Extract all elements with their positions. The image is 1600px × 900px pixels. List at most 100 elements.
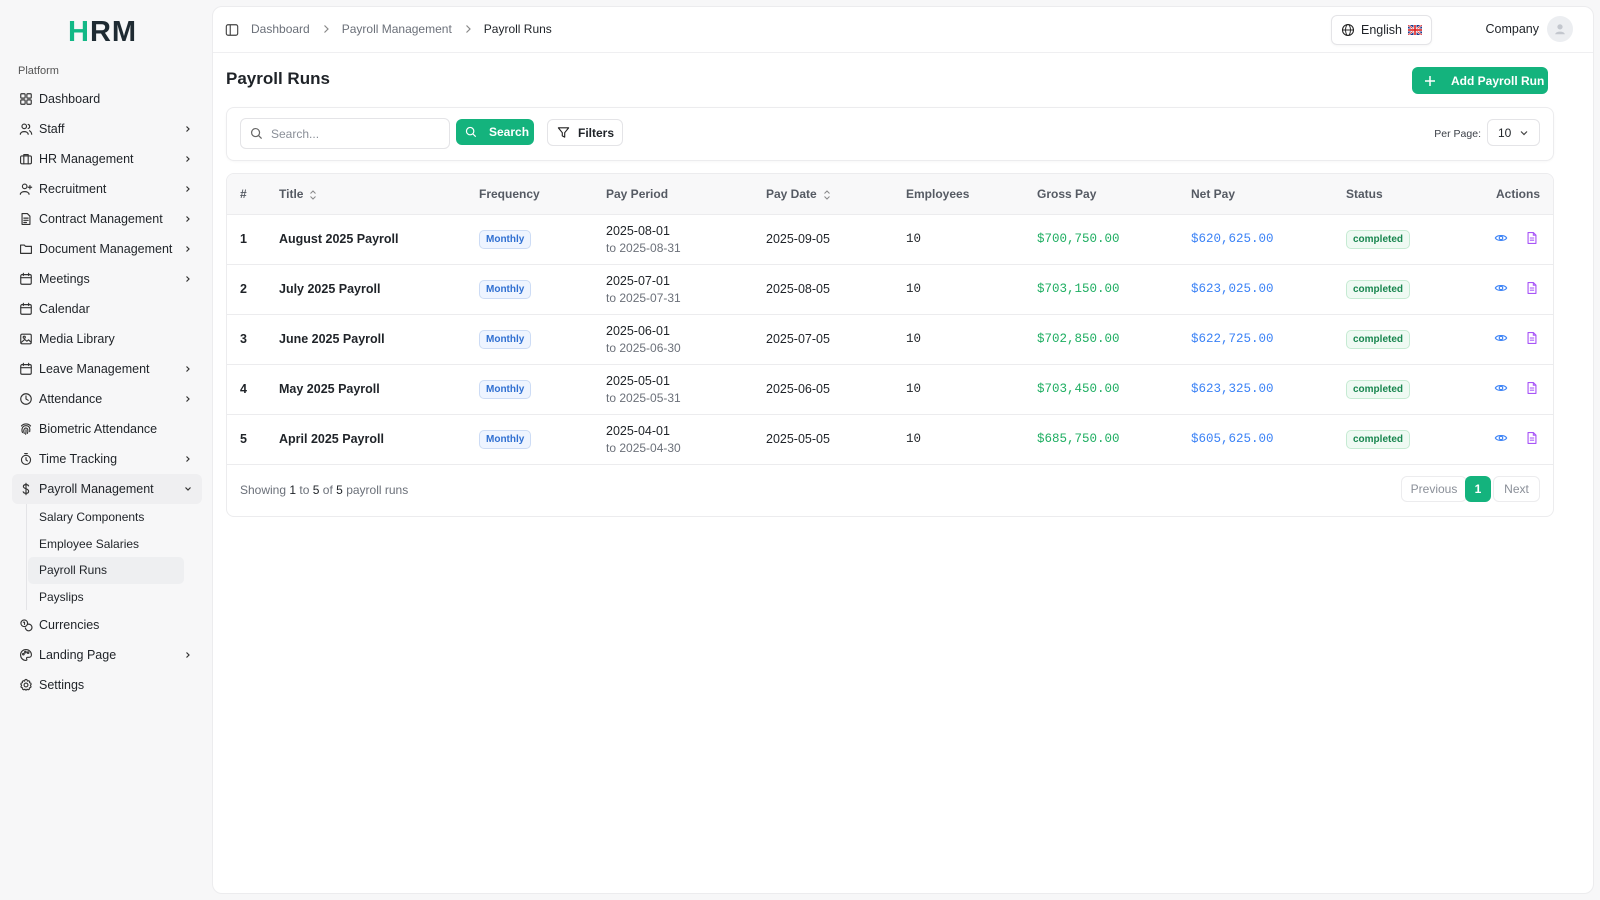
actions-cell — [1486, 264, 1553, 314]
sidebar-item-hr-management[interactable]: HR Management — [12, 144, 202, 174]
sidebar-item-media-library[interactable]: Media Library — [12, 324, 202, 354]
gross-pay: $700,750.00 — [1037, 232, 1120, 246]
breadcrumb: Dashboard Payroll Management Payroll Run… — [251, 22, 552, 36]
per-page-select[interactable]: 10 — [1487, 119, 1540, 146]
users-icon — [19, 122, 33, 136]
sidebar-item-label: Meetings — [39, 272, 90, 286]
submenu-item-employee-salaries[interactable]: Employee Salaries — [28, 531, 184, 558]
sidebar-item-contract-management[interactable]: Contract Management — [12, 204, 202, 234]
pay-period-cell: 2025-05-01 to 2025-05-31 — [606, 364, 766, 414]
sort-icon — [310, 189, 317, 200]
sidebar: H RM Platform Dashboard Staff HR Management… — [0, 0, 212, 900]
sidebar-item-label: Payroll Management — [39, 482, 154, 496]
user-plus-icon — [19, 182, 33, 196]
language-switcher[interactable]: English — [1331, 15, 1432, 45]
table-row[interactable]: 2 July 2025 Payroll Monthly 2025-07-01 to 20… — [227, 264, 1553, 314]
sidebar-item-calendar[interactable]: Calendar — [12, 294, 202, 324]
table-row[interactable]: 4 May 2025 Payroll Monthly 2025-05-01 to 202… — [227, 364, 1553, 414]
company-menu[interactable]: Company — [1485, 16, 1573, 42]
filter-icon — [557, 127, 570, 138]
payroll-title: May 2025 Payroll — [279, 382, 380, 396]
sidebar-item-meetings[interactable]: Meetings — [12, 264, 202, 294]
submenu-item-payslips[interactable]: Payslips — [28, 584, 184, 611]
avatar — [1547, 16, 1573, 42]
sidebar-item-payroll-management[interactable]: Payroll Management — [12, 474, 202, 504]
sidebar-item-landing-page[interactable]: Landing Page — [12, 640, 202, 670]
next-page-button[interactable]: Next — [1493, 476, 1540, 502]
actions-cell — [1486, 314, 1553, 364]
status-badge: completed — [1346, 229, 1411, 249]
submenu-item-salary-components[interactable]: Salary Components — [28, 504, 184, 531]
column-header-employees: Employees — [906, 186, 970, 201]
search-icon — [250, 127, 263, 140]
sidebar-item-attendance[interactable]: Attendance — [12, 384, 202, 414]
filters-button[interactable]: Filters — [547, 119, 623, 146]
sidebar-item-label: Attendance — [39, 392, 103, 406]
sidebar-item-biometric-attendance[interactable]: Biometric Attendance — [12, 414, 202, 444]
payslip-document-icon[interactable] — [1524, 280, 1540, 296]
pay-date: 2025-08-05 — [766, 282, 830, 296]
table-row[interactable]: 5 April 2025 Payroll Monthly 2025-04-01 to 2… — [227, 414, 1553, 464]
sidebar-item-document-management[interactable]: Document Management — [12, 234, 202, 264]
sidebar-item-dashboard[interactable]: Dashboard — [12, 84, 202, 114]
coins-icon — [19, 618, 33, 632]
payslip-document-icon[interactable] — [1524, 230, 1540, 246]
app-logo[interactable]: H RM — [68, 14, 137, 50]
add-payroll-run-button[interactable]: Add Payroll Run — [1412, 67, 1548, 94]
search-button-label: Search — [489, 125, 530, 139]
payslip-document-icon[interactable] — [1524, 330, 1540, 346]
payslip-document-icon[interactable] — [1524, 430, 1540, 446]
view-eye-icon[interactable] — [1493, 330, 1509, 346]
table-row[interactable]: 1 August 2025 Payroll Monthly 2025-08-01 to … — [227, 214, 1553, 264]
search-button[interactable]: Search — [456, 119, 534, 145]
column-header-pay-date[interactable]: Pay Date — [766, 174, 906, 214]
sidebar-item-currencies[interactable]: Currencies — [12, 610, 202, 640]
main-panel: Dashboard Payroll Management Payroll Run… — [212, 6, 1594, 894]
pay-date: 2025-07-05 — [766, 332, 830, 346]
view-eye-icon[interactable] — [1493, 430, 1509, 446]
payroll-title: August 2025 Payroll — [279, 232, 399, 246]
uk-flag-icon — [1408, 25, 1422, 35]
search-input[interactable] — [271, 126, 431, 141]
company-label: Company — [1485, 22, 1540, 36]
sidebar-toggle-icon[interactable] — [225, 23, 239, 37]
frequency-cell: Monthly — [479, 214, 606, 264]
status-cell: completed — [1346, 214, 1486, 264]
status-cell: completed — [1346, 314, 1486, 364]
calendar-icon — [19, 272, 33, 286]
previous-page-button[interactable]: Previous — [1401, 476, 1467, 502]
page-title: Payroll Runs — [226, 69, 330, 88]
breadcrumb-dashboard[interactable]: Dashboard — [251, 22, 310, 36]
chevron-right-icon — [182, 649, 194, 661]
view-eye-icon[interactable] — [1493, 280, 1509, 296]
payslip-document-icon[interactable] — [1524, 380, 1540, 396]
chevron-right-icon — [182, 243, 194, 255]
sidebar-item-leave-management[interactable]: Leave Management — [12, 354, 202, 384]
table-row[interactable]: 3 June 2025 Payroll Monthly 2025-06-01 to 20… — [227, 314, 1553, 364]
sidebar-item-label: Document Management — [39, 242, 173, 256]
sidebar-nav: Dashboard Staff HR Management Recruitment Co… — [12, 84, 202, 700]
view-eye-icon[interactable] — [1493, 230, 1509, 246]
net-pay: $620,625.00 — [1191, 232, 1274, 246]
chevron-right-icon — [182, 183, 194, 195]
frequency-cell: Monthly — [479, 264, 606, 314]
status-cell: completed — [1346, 264, 1486, 314]
breadcrumb-payroll-management[interactable]: Payroll Management — [342, 22, 452, 36]
sidebar-item-recruitment[interactable]: Recruitment — [12, 174, 202, 204]
sidebar-item-settings[interactable]: Settings — [12, 670, 202, 700]
image-icon — [19, 332, 33, 346]
page-1-button[interactable]: 1 — [1465, 476, 1491, 502]
column-header-title[interactable]: Title — [279, 174, 479, 214]
payroll-runs-table: # Title Frequency Pay Period Pay Date Em… — [227, 174, 1553, 465]
table-footer: Showing 1 to 5 of 5 payroll runs Previou… — [227, 464, 1553, 516]
search-field[interactable] — [240, 118, 450, 149]
column-header-frequency: Frequency — [479, 186, 540, 201]
period-end: to 2025-05-31 — [606, 390, 681, 405]
grid-icon — [19, 92, 33, 106]
sidebar-item-staff[interactable]: Staff — [12, 114, 202, 144]
status-badge: completed — [1346, 429, 1411, 449]
view-eye-icon[interactable] — [1493, 380, 1509, 396]
frequency-badge: Monthly — [479, 229, 532, 249]
submenu-item-payroll-runs[interactable]: Payroll Runs — [28, 557, 184, 584]
sidebar-item-time-tracking[interactable]: Time Tracking — [12, 444, 202, 474]
